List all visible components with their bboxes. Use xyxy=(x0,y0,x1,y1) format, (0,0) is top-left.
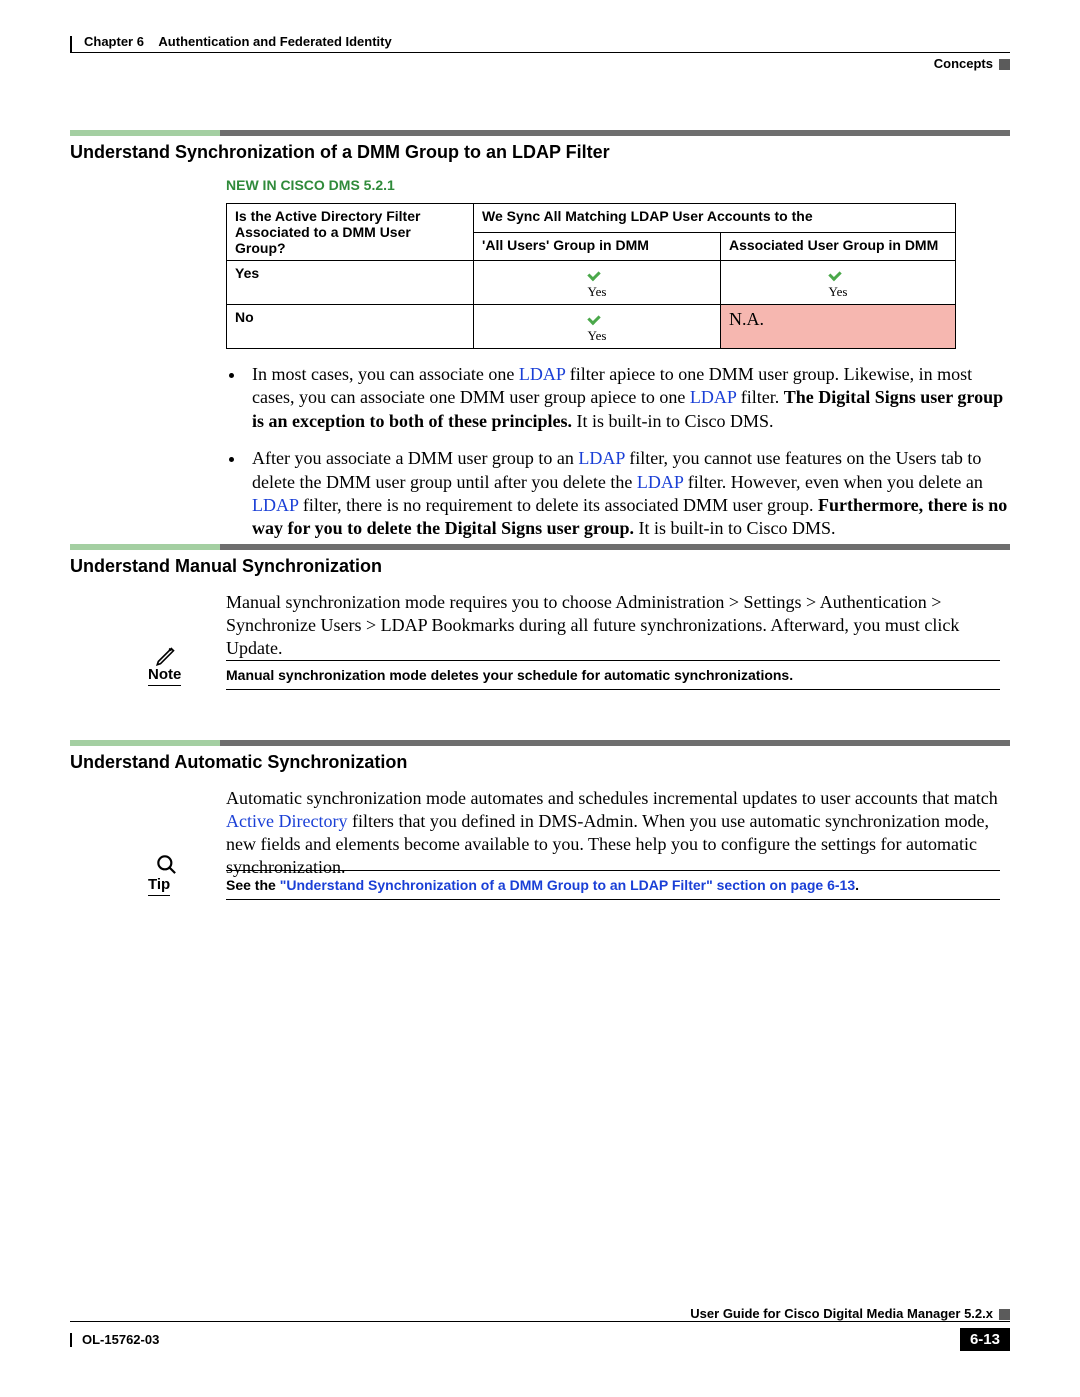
section-label: Concepts xyxy=(934,56,993,71)
ldap-link[interactable]: LDAP xyxy=(637,472,683,492)
list-item: In most cases, you can associate one LDA… xyxy=(246,363,1010,433)
body-para: Automatic synchronization mode automates… xyxy=(226,787,1000,879)
text: . xyxy=(855,877,859,893)
chapter-number: Chapter 6 xyxy=(84,34,144,49)
ldap-link[interactable]: LDAP xyxy=(690,387,736,407)
header-rule-mark xyxy=(70,36,72,52)
col1-header: Is the Active Directory Filter Associate… xyxy=(227,204,474,261)
tip-callout: Tip See the "Understand Synchronization … xyxy=(140,870,1000,900)
running-header-right: Concepts xyxy=(934,56,1010,71)
text: After you associate a DMM user group to … xyxy=(252,448,578,468)
check-icon xyxy=(588,265,606,279)
text: filter. xyxy=(736,387,784,407)
footer-divider xyxy=(70,1321,1010,1322)
section-auto-sync: Understand Automatic Synchronization Aut… xyxy=(70,740,1010,889)
check-label: Yes xyxy=(729,284,947,300)
heading-auto-sync: Understand Automatic Synchronization xyxy=(70,752,1010,773)
header-divider xyxy=(70,52,1010,53)
cell-all-users-yes: Yes xyxy=(474,261,721,305)
note-text: Manual synchronization mode deletes your… xyxy=(226,667,793,683)
subheader-assoc-group: Associated User Group in DMM xyxy=(721,232,956,261)
tip-label: Tip xyxy=(148,876,170,896)
table-row: No Yes N.A. xyxy=(227,305,956,349)
table-row: Yes Yes Yes xyxy=(227,261,956,305)
sync-table: Is the Active Directory Filter Associate… xyxy=(226,203,956,349)
page: Chapter 6 Authentication and Federated I… xyxy=(0,0,1080,1397)
text: filter. However, even when you delete an xyxy=(683,472,983,492)
new-in-badge: NEW IN CISCO DMS 5.2.1 xyxy=(226,177,1010,193)
footer-doc-id: OL-15762-03 xyxy=(70,1332,159,1348)
section-manual-sync: Understand Manual Synchronization Manual… xyxy=(70,544,1010,670)
section-rule xyxy=(70,740,1010,746)
section-sync-dmm-ldap: Understand Synchronization of a DMM Grou… xyxy=(70,130,1010,555)
tip-row: See the "Understand Synchronization of a… xyxy=(226,870,1000,900)
bullet-list: In most cases, you can associate one LDA… xyxy=(226,363,1010,541)
row-label: Yes xyxy=(227,261,474,305)
para-text: Automatic synchronization mode automates… xyxy=(226,787,1000,879)
text: filter, there is no requirement to delet… xyxy=(298,495,818,515)
text: It is built-in to Cisco DMS. xyxy=(572,411,774,431)
table-header-row: Is the Active Directory Filter Associate… xyxy=(227,204,956,233)
check-icon xyxy=(588,309,606,323)
chapter-title: Authentication and Federated Identity xyxy=(158,34,391,49)
body-para: Manual synchronization mode requires you… xyxy=(226,591,1000,660)
check-label: Yes xyxy=(482,328,712,344)
check-label: Yes xyxy=(482,284,712,300)
active-directory-link[interactable]: Active Directory xyxy=(226,811,347,831)
para-text: Manual synchronization mode requires you… xyxy=(226,591,1000,660)
note-callout: Note Manual synchronization mode deletes… xyxy=(140,660,1000,690)
footer-guide-title: User Guide for Cisco Digital Media Manag… xyxy=(70,1306,1010,1321)
note-label: Note xyxy=(148,666,181,686)
text: In most cases, you can associate one xyxy=(252,364,519,384)
section-rule xyxy=(70,544,1010,550)
subheader-all-users: 'All Users' Group in DMM xyxy=(474,232,721,261)
footer-marker-icon xyxy=(999,1309,1010,1320)
cell-assoc-yes: Yes xyxy=(721,261,956,305)
check-icon xyxy=(829,265,847,279)
page-footer: User Guide for Cisco Digital Media Manag… xyxy=(70,1324,1010,1351)
footer-rule-mark xyxy=(70,1333,72,1347)
ldap-link[interactable]: LDAP xyxy=(578,448,624,468)
tip-crossref-link[interactable]: "Understand Synchronization of a DMM Gro… xyxy=(280,877,855,893)
heading-manual-sync: Understand Manual Synchronization xyxy=(70,556,1010,577)
header-marker-icon xyxy=(999,59,1010,70)
cell-all-users-no: Yes xyxy=(474,305,721,349)
cell-na: N.A. xyxy=(721,305,956,349)
row-label: No xyxy=(227,305,474,349)
note-row: Manual synchronization mode deletes your… xyxy=(226,660,1000,690)
section-rule xyxy=(70,130,1010,136)
running-header-left: Chapter 6 Authentication and Federated I… xyxy=(84,34,392,49)
page-number: 6-13 xyxy=(960,1328,1010,1351)
text: See the xyxy=(226,877,280,893)
ldap-link[interactable]: LDAP xyxy=(252,495,298,515)
heading-sync-dmm-ldap: Understand Synchronization of a DMM Grou… xyxy=(70,142,1010,163)
text: Automatic synchronization mode automates… xyxy=(226,788,998,808)
footer-bottom-row: OL-15762-03 6-13 xyxy=(70,1328,1010,1351)
tip-text: See the "Understand Synchronization of a… xyxy=(226,877,859,893)
col-span-header: We Sync All Matching LDAP User Accounts … xyxy=(474,204,956,233)
ldap-link[interactable]: LDAP xyxy=(519,364,565,384)
text: It is built-in to Cisco DMS. xyxy=(634,518,836,538)
list-item: After you associate a DMM user group to … xyxy=(246,447,1010,541)
